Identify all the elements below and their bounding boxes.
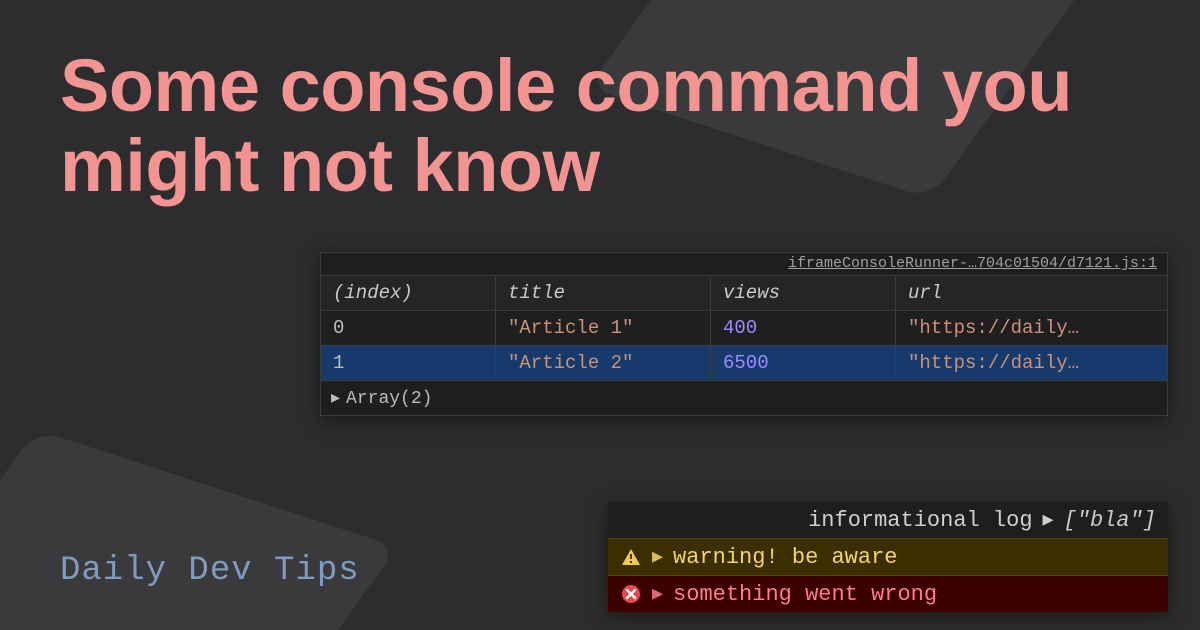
table-row: 1 "Article 2" 6500 "https://daily… (321, 346, 1167, 381)
console-source-path: iframeConsoleRunner-…704c01504/d7121.js:… (321, 253, 1167, 276)
array-length-label: Array(2) (346, 389, 432, 409)
console-info-row: informational log ▸ ["bla"] (608, 502, 1168, 538)
cell-index: 1 (321, 346, 496, 381)
console-warn-row: ▸ warning! be aware (608, 538, 1168, 576)
chevron-right-icon: ▸ (652, 544, 663, 570)
cell-views: 400 (711, 311, 896, 346)
cell-url: "https://daily… (896, 311, 1167, 346)
chevron-right-icon: ▸ (652, 581, 663, 607)
cell-index: 0 (321, 311, 496, 346)
table-row: 0 "Article 1" 400 "https://daily… (321, 311, 1167, 346)
cell-title: "Article 2" (496, 346, 711, 381)
page-title: Some console command you might not know (60, 46, 1200, 206)
console-log-stack: informational log ▸ ["bla"] ▸ warning! b… (608, 502, 1168, 612)
th-index: (index) (321, 276, 496, 311)
console-table: iframeConsoleRunner-…704c01504/d7121.js:… (320, 252, 1168, 416)
bg-shape-bottom (0, 430, 398, 630)
info-text: informational log (808, 508, 1032, 533)
th-title: title (496, 276, 711, 311)
console-error-row: ▸ something went wrong (608, 576, 1168, 612)
info-arg: ["bla"] (1064, 508, 1156, 533)
th-views: views (711, 276, 896, 311)
error-text: something went wrong (673, 582, 937, 607)
brand-label: Daily Dev Tips (60, 552, 360, 590)
chevron-right-icon: ▸ (331, 389, 340, 409)
console-table-footer: ▸ Array(2) (321, 381, 1167, 415)
console-table-header: (index) title views url (321, 276, 1167, 311)
cell-views: 6500 (711, 346, 896, 381)
cell-url: "https://daily… (896, 346, 1167, 381)
warning-icon (620, 546, 642, 568)
chevron-right-icon: ▸ (1043, 507, 1054, 533)
error-icon (620, 583, 642, 605)
th-url: url (896, 276, 1167, 311)
cell-title: "Article 1" (496, 311, 711, 346)
warn-text: warning! be aware (673, 545, 897, 570)
